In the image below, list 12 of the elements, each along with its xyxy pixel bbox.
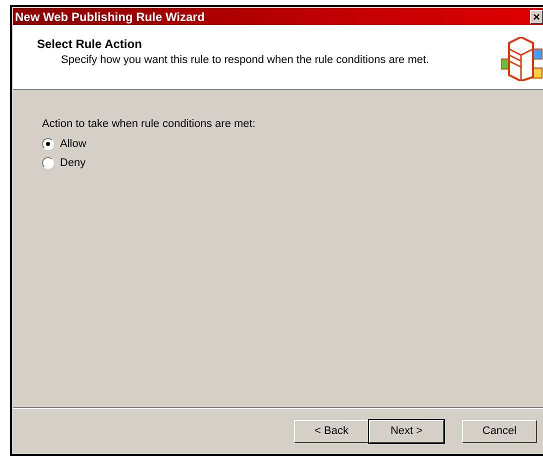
page-subtitle: Specify how you want this rule to respond when the rule conditions are met. (60, 54, 430, 66)
radio-button[interactable] (42, 138, 54, 150)
radio-button[interactable] (42, 157, 54, 169)
page-title: Select Rule Action (37, 37, 143, 51)
prompt-label: Action to take when rule conditions are met: (42, 118, 256, 130)
option-label[interactable]: Deny (60, 157, 86, 169)
wizard-button[interactable]: Next > (369, 420, 444, 442)
wizard-button[interactable]: < Back (294, 420, 369, 442)
close-button[interactable]: × (530, 10, 543, 24)
wizard-button[interactable]: Cancel (462, 420, 537, 442)
window-title: New Web Publishing Rule Wizard (14, 10, 205, 24)
option-label[interactable]: Allow (60, 138, 86, 150)
